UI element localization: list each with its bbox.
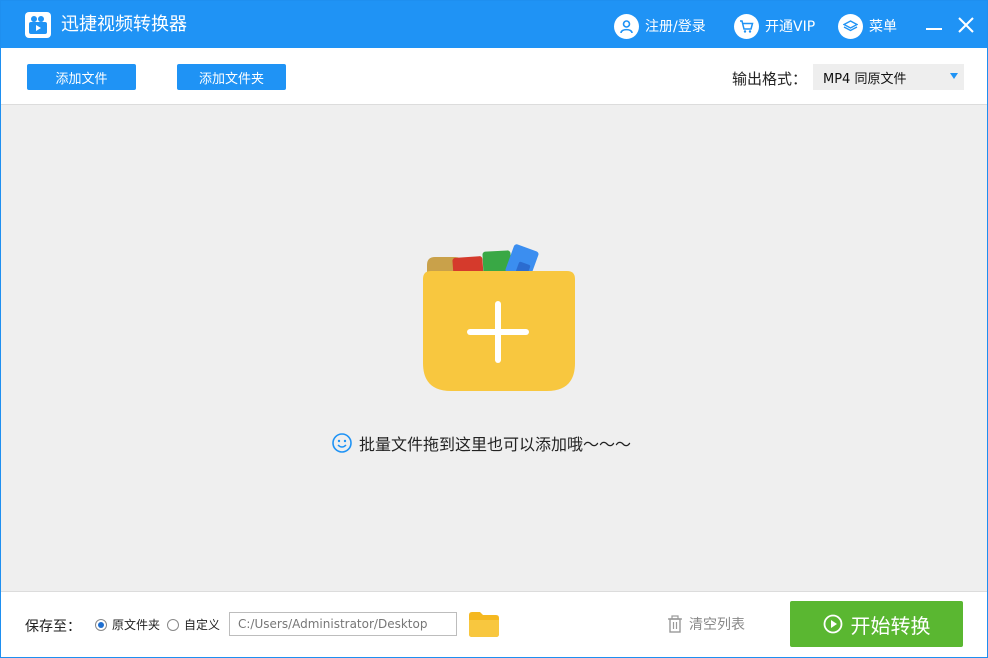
minimize-icon[interactable] <box>924 15 944 35</box>
bottom-bar: 保存至： 原文件夹 自定义 清空列表 <box>1 591 987 657</box>
drop-hint: 批量文件拖到这里也可以添加哦～～～ <box>331 431 631 455</box>
clear-list-label: 清空列表 <box>689 617 745 633</box>
radio-custom-folder[interactable]: 自定义 <box>167 616 220 633</box>
browse-folder-icon[interactable] <box>468 610 500 638</box>
radio-original-folder[interactable]: 原文件夹 <box>95 616 160 633</box>
start-convert-button[interactable]: 开始转换 <box>790 601 963 647</box>
drop-area[interactable]: 批量文件拖到这里也可以添加哦～～～ <box>1 105 987 591</box>
play-circle-icon <box>823 614 842 634</box>
vip-label: 开通VIP <box>765 19 816 35</box>
trash-icon <box>668 615 682 633</box>
save-to-label: 保存至： <box>25 619 81 635</box>
menu-label: 菜单 <box>869 19 897 35</box>
smile-icon <box>332 433 352 453</box>
add-folder-button[interactable]: 添加文件夹 <box>177 64 286 90</box>
cart-icon <box>734 13 759 39</box>
output-path-input[interactable] <box>229 612 457 636</box>
app-title: 迅捷视频转换器 <box>61 14 187 35</box>
login-button[interactable]: 注册/登录 <box>614 13 706 39</box>
output-format-select[interactable]: MP4 同原文件 <box>813 64 964 90</box>
start-convert-label: 开始转换 <box>850 613 931 638</box>
vip-button[interactable]: 开通VIP <box>734 13 815 39</box>
user-icon <box>614 13 639 39</box>
dropdown-arrow-icon <box>950 73 958 79</box>
radio-dot-icon <box>95 618 107 631</box>
radio-dot-icon <box>167 618 179 631</box>
layers-icon <box>838 13 863 39</box>
login-label: 注册/登录 <box>645 19 706 35</box>
clear-list-button[interactable]: 清空列表 <box>667 614 745 634</box>
drop-hint-text: 批量文件拖到这里也可以添加哦～～～ <box>359 435 632 454</box>
add-folder-icon[interactable] <box>421 235 581 395</box>
output-format-value: MP4 同原文件 <box>823 71 907 87</box>
toolbar: 添加文件 添加文件夹 输出格式： MP4 同原文件 <box>1 48 987 105</box>
app-logo-icon <box>25 12 51 38</box>
title-bar[interactable]: 迅捷视频转换器 注册/登录 开通VIP 菜单 <box>1 1 987 48</box>
close-icon[interactable] <box>956 15 976 35</box>
menu-button[interactable]: 菜单 <box>838 13 897 39</box>
radio-custom-label: 自定义 <box>184 618 221 632</box>
output-format-label: 输出格式： <box>732 70 808 88</box>
add-file-button[interactable]: 添加文件 <box>27 64 136 90</box>
app-window: 迅捷视频转换器 注册/登录 开通VIP 菜单 添加文件 添加文件夹 输出格式： … <box>0 0 988 658</box>
radio-original-label: 原文件夹 <box>112 618 161 632</box>
